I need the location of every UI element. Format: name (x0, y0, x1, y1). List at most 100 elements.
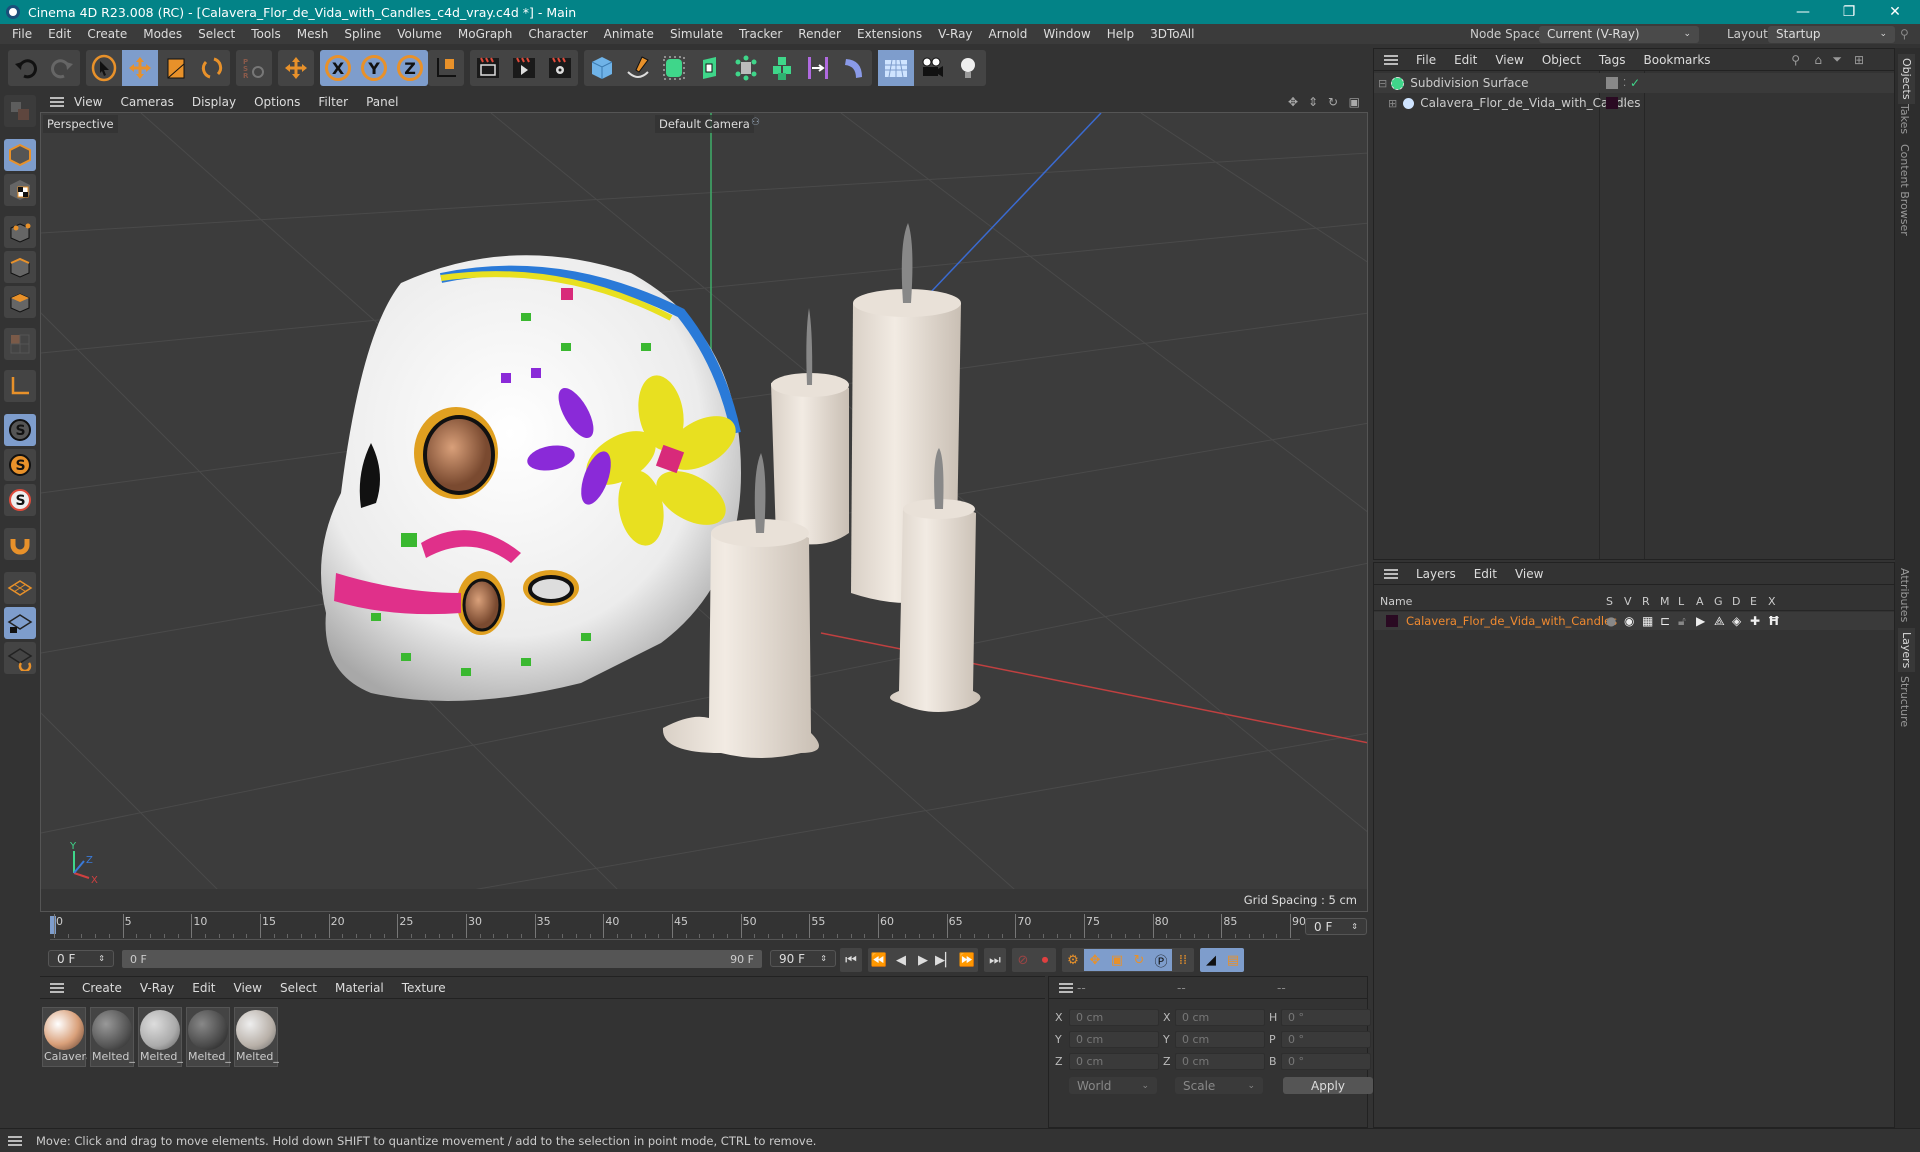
workplane-align-button[interactable] (4, 642, 36, 674)
menu-render[interactable]: Render (790, 27, 849, 41)
key-position-button[interactable]: ✥ (1084, 949, 1106, 971)
menu-spline[interactable]: Spline (336, 27, 389, 41)
camera-button[interactable] (914, 50, 950, 86)
edges-mode-button[interactable] (4, 251, 36, 283)
material-menu-edit[interactable]: Edit (192, 981, 215, 995)
coordinate-space-dropdown[interactable]: World ⌄ (1069, 1077, 1157, 1094)
layer-color-swatch[interactable] (1606, 97, 1618, 109)
go-to-end-button[interactable]: ⏭ (984, 949, 1006, 971)
psr-button[interactable]: PSR (236, 50, 272, 86)
pos-x-field[interactable]: 0 cm (1069, 1009, 1159, 1026)
model-mode-button[interactable] (4, 139, 36, 171)
tab-objects[interactable]: Objects (1898, 54, 1915, 104)
start-frame-field[interactable]: 0 F ⇕ (48, 950, 114, 967)
tab-layers[interactable]: Layers (1898, 628, 1915, 673)
hamburger-menu-icon[interactable] (1059, 982, 1073, 993)
material-menu-create[interactable]: Create (82, 981, 122, 995)
viewport-menu-view[interactable]: View (74, 95, 102, 109)
menu-simulate[interactable]: Simulate (662, 27, 731, 41)
timeline-window-button[interactable]: ▤ (1222, 949, 1244, 971)
object-row[interactable]: ⊞ Calavera_Flor_de_Vida_with_Candles ⁚ (1374, 93, 1894, 113)
layer-menu-edit[interactable]: Edit (1474, 567, 1497, 581)
subdivision-surface-button[interactable] (656, 50, 692, 86)
viewport-menu-panel[interactable]: Panel (366, 95, 398, 109)
collapse-icon[interactable]: ⊟ (1378, 77, 1387, 90)
menu-character[interactable]: Character (520, 27, 595, 41)
render-settings-button[interactable] (542, 50, 578, 86)
lock-toggle-icon[interactable]: 🔓︎ (1678, 614, 1686, 629)
next-key-button[interactable]: ⏩ (956, 949, 978, 971)
object-menu-object[interactable]: Object (1542, 53, 1581, 67)
object-row[interactable]: ⊟ Subdivision Surface ⁚ ✓ (1374, 73, 1894, 93)
node-space-dropdown[interactable]: Current (V-Ray) ⌄ (1539, 25, 1699, 43)
texture-mode-button[interactable] (4, 174, 36, 206)
menu-create[interactable]: Create (79, 27, 135, 41)
recent-move-button[interactable] (278, 50, 314, 86)
sound-button[interactable]: ◢ (1200, 949, 1222, 971)
menu-volume[interactable]: Volume (389, 27, 450, 41)
snap-enable-button[interactable]: S (4, 449, 36, 481)
tab-structure[interactable]: Structure (1898, 676, 1911, 727)
material-swatch[interactable]: Melted_( (138, 1007, 183, 1067)
frame-range-slider[interactable]: 0 F 90 F (122, 950, 762, 968)
object-menu-view[interactable]: View (1495, 53, 1523, 67)
floor-button[interactable] (878, 50, 914, 86)
viewport-zoom-icon[interactable]: ⇕ (1308, 95, 1318, 109)
timeline-ruler[interactable]: 0 5 10 15 20 25 30 35 40 45 50 55 60 65 70 75 80 85 90 (50, 912, 1306, 940)
apply-button[interactable]: Apply (1283, 1077, 1373, 1094)
material-menu-texture[interactable]: Texture (402, 981, 446, 995)
live-selection-button[interactable] (86, 50, 122, 86)
layout-dropdown[interactable]: Startup ⌄ (1768, 25, 1895, 43)
material-menu-view[interactable]: View (234, 981, 262, 995)
search-icon[interactable]: ⚲ (1900, 27, 1909, 41)
rot-b-field[interactable]: 0 ° (1281, 1053, 1371, 1070)
move-tool-button[interactable] (122, 50, 158, 86)
editor-visibility-icon[interactable] (1606, 77, 1618, 89)
tab-content-browser[interactable]: Content Browser (1898, 144, 1911, 236)
keyframe-selection-button[interactable]: ⚙ (1062, 949, 1084, 971)
pen-button[interactable] (620, 50, 656, 86)
end-frame-field[interactable]: 90 F ⇕ (770, 950, 836, 967)
menu-vray[interactable]: V-Ray (930, 27, 980, 41)
filter-icon[interactable]: ⏷ (1832, 52, 1842, 67)
menu-window[interactable]: Window (1035, 27, 1098, 41)
polygons-mode-button[interactable] (4, 286, 36, 318)
material-menu-select[interactable]: Select (280, 981, 317, 995)
transform-mode-dropdown[interactable]: Scale ⌄ (1175, 1077, 1263, 1094)
layer-row[interactable]: Calavera_Flor_de_Vida_with_Candles ● ◉ ▦… (1374, 612, 1894, 630)
render-view-button[interactable] (470, 50, 506, 86)
minimize-button[interactable]: — (1780, 0, 1826, 24)
voronoi-button[interactable] (764, 50, 800, 86)
xrefs-toggle-icon[interactable]: Ħ (1768, 614, 1780, 628)
viewport-rotate-icon[interactable]: ↻ (1328, 95, 1338, 109)
current-frame-field[interactable]: 0 F ⇕ (1305, 918, 1367, 935)
snap-settings-button[interactable]: S (4, 484, 36, 516)
make-editable-button[interactable] (4, 95, 36, 127)
menu-mesh[interactable]: Mesh (289, 27, 337, 41)
tab-attributes[interactable]: Attributes (1898, 568, 1911, 622)
extrude-button[interactable] (692, 50, 728, 86)
view-toggle-icon[interactable]: ◉ (1624, 614, 1634, 628)
material-swatch[interactable]: Melted_( (186, 1007, 231, 1067)
hamburger-menu-icon[interactable] (50, 982, 64, 993)
autokey-button[interactable]: ⏺ (1034, 949, 1056, 971)
undo-button[interactable] (8, 50, 44, 86)
rot-h-field[interactable]: 0 ° (1281, 1009, 1371, 1026)
skull-model[interactable] (321, 255, 745, 701)
material-menu-vray[interactable]: V-Ray (140, 981, 174, 995)
object-menu-file[interactable]: File (1416, 53, 1436, 67)
cloner-button[interactable] (728, 50, 764, 86)
camera-label[interactable]: Default Camera (655, 115, 754, 133)
previous-frame-button[interactable]: ◀ (890, 949, 912, 971)
home-icon[interactable]: ⌂ (1814, 53, 1822, 67)
menu-edit[interactable]: Edit (40, 27, 79, 41)
enabled-check-icon[interactable]: ✓ (1630, 76, 1640, 90)
scale-tool-button[interactable] (158, 50, 194, 86)
key-scale-button[interactable]: ▣ (1106, 949, 1128, 971)
rotate-tool-button[interactable] (194, 50, 230, 86)
new-window-icon[interactable]: ⊞ (1854, 53, 1864, 67)
material-swatch[interactable]: Melted_( (90, 1007, 135, 1067)
manager-toggle-icon[interactable]: ⊏ (1660, 614, 1670, 628)
visibility-dots-icon[interactable]: ⁚ (1623, 78, 1626, 89)
object-menu-edit[interactable]: Edit (1454, 53, 1477, 67)
